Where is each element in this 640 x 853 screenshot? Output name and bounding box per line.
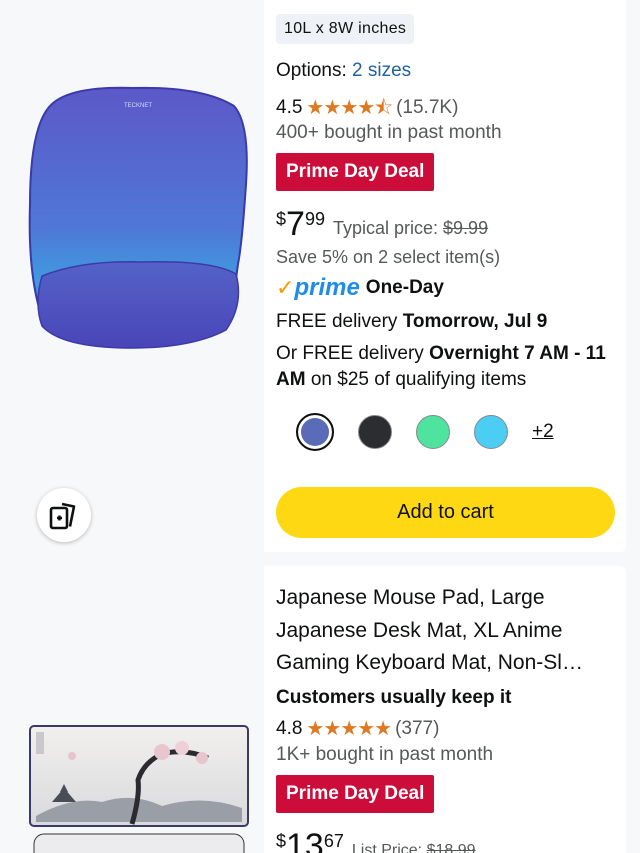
rating-value: 4.8 [276, 718, 303, 739]
product-image-pane[interactable] [12, 566, 264, 853]
rating-row[interactable]: 4.8 ★★★★★ (377) [276, 717, 439, 741]
review-count[interactable]: (377) [395, 717, 439, 741]
review-count[interactable]: (15.7K) [396, 96, 458, 120]
fastest-delivery-suffix: on $25 of qualifying items [305, 369, 527, 390]
price-symbol: $ [276, 209, 287, 229]
list-price: List Price: $18.99 [352, 842, 476, 853]
fastest-delivery-prefix: Or FREE delivery [276, 343, 430, 364]
customers-keep-label: Customers usually keep it [276, 687, 512, 708]
rating-value: 4.5 [276, 97, 303, 118]
product-title[interactable]: Japanese Mouse Pad, Large Japanese Desk … [276, 582, 616, 680]
add-to-cart-button[interactable]: Add to cart [276, 487, 615, 538]
product-image-pane[interactable]: TECKNET [12, 0, 264, 552]
save-offer: Save 5% on 2 select item(s) [276, 247, 501, 267]
more-colors-link[interactable]: +2 [532, 421, 554, 443]
typical-price: Typical price: $9.99 [333, 218, 488, 239]
color-swatches: +2 [296, 413, 554, 451]
swatch-cyan[interactable] [474, 415, 508, 449]
delivery-estimate: FREE delivery Tomorrow, Jul 9 [276, 309, 606, 335]
prime-speed: One-Day [365, 277, 444, 298]
swatch-black[interactable] [358, 415, 392, 449]
size-chip[interactable]: 10L x 8W inches [276, 14, 415, 44]
bought-count: 400+ bought in past month [276, 122, 502, 143]
star-rating-icon: ★★★★★ [306, 718, 392, 740]
star-rating-icon: ★★★★⯪ [306, 97, 393, 119]
add-to-compare-icon [49, 502, 76, 530]
options-row: Options: 2 sizes [276, 59, 411, 83]
price-symbol: $ [276, 831, 287, 851]
price-whole: 13 [286, 827, 324, 853]
prime-check-icon: ✓ [276, 275, 295, 300]
product-image-japanese-desk-mat[interactable] [12, 566, 264, 853]
list-price-label: List Price: [351, 842, 423, 853]
price-fraction: 67 [323, 831, 344, 851]
product-image-wrist-rest-mousepad[interactable]: TECKNET [12, 64, 264, 464]
swatch-blue[interactable] [296, 413, 334, 451]
options-sizes-link[interactable]: 2 sizes [352, 60, 411, 81]
delivery-date: Tomorrow, Jul 9 [402, 311, 548, 332]
fastest-delivery: Or FREE delivery Overnight 7 AM - 11 AM … [276, 341, 606, 393]
pad-brand-label: TECKNET [124, 103, 152, 109]
prime-day-deal-badge: Prime Day Deal [276, 775, 435, 813]
delivery-prefix: FREE delivery [276, 311, 403, 332]
bought-count: 1K+ bought in past month [276, 744, 494, 765]
prime-day-deal-badge: Prime Day Deal [276, 153, 435, 191]
prime-badge: ✓ prime One-Day [276, 275, 444, 301]
prime-logo: prime [294, 274, 360, 301]
price-fraction: 99 [304, 209, 325, 229]
swatch-green[interactable] [416, 415, 450, 449]
typical-price-value: $9.99 [443, 218, 489, 238]
price-whole: 7 [286, 205, 305, 243]
list-price-value: $18.99 [426, 842, 476, 853]
options-label: Options: [276, 60, 347, 81]
price-row: $ 13 67 List Price: $18.99 [276, 828, 476, 853]
add-to-compare-button[interactable] [37, 488, 91, 542]
rating-row[interactable]: 4.5 ★★★★⯪ (15.7K) [276, 96, 458, 120]
typical-price-label: Typical price: [332, 218, 439, 238]
price-row: $ 7 99 Typical price: $9.99 [276, 206, 488, 242]
